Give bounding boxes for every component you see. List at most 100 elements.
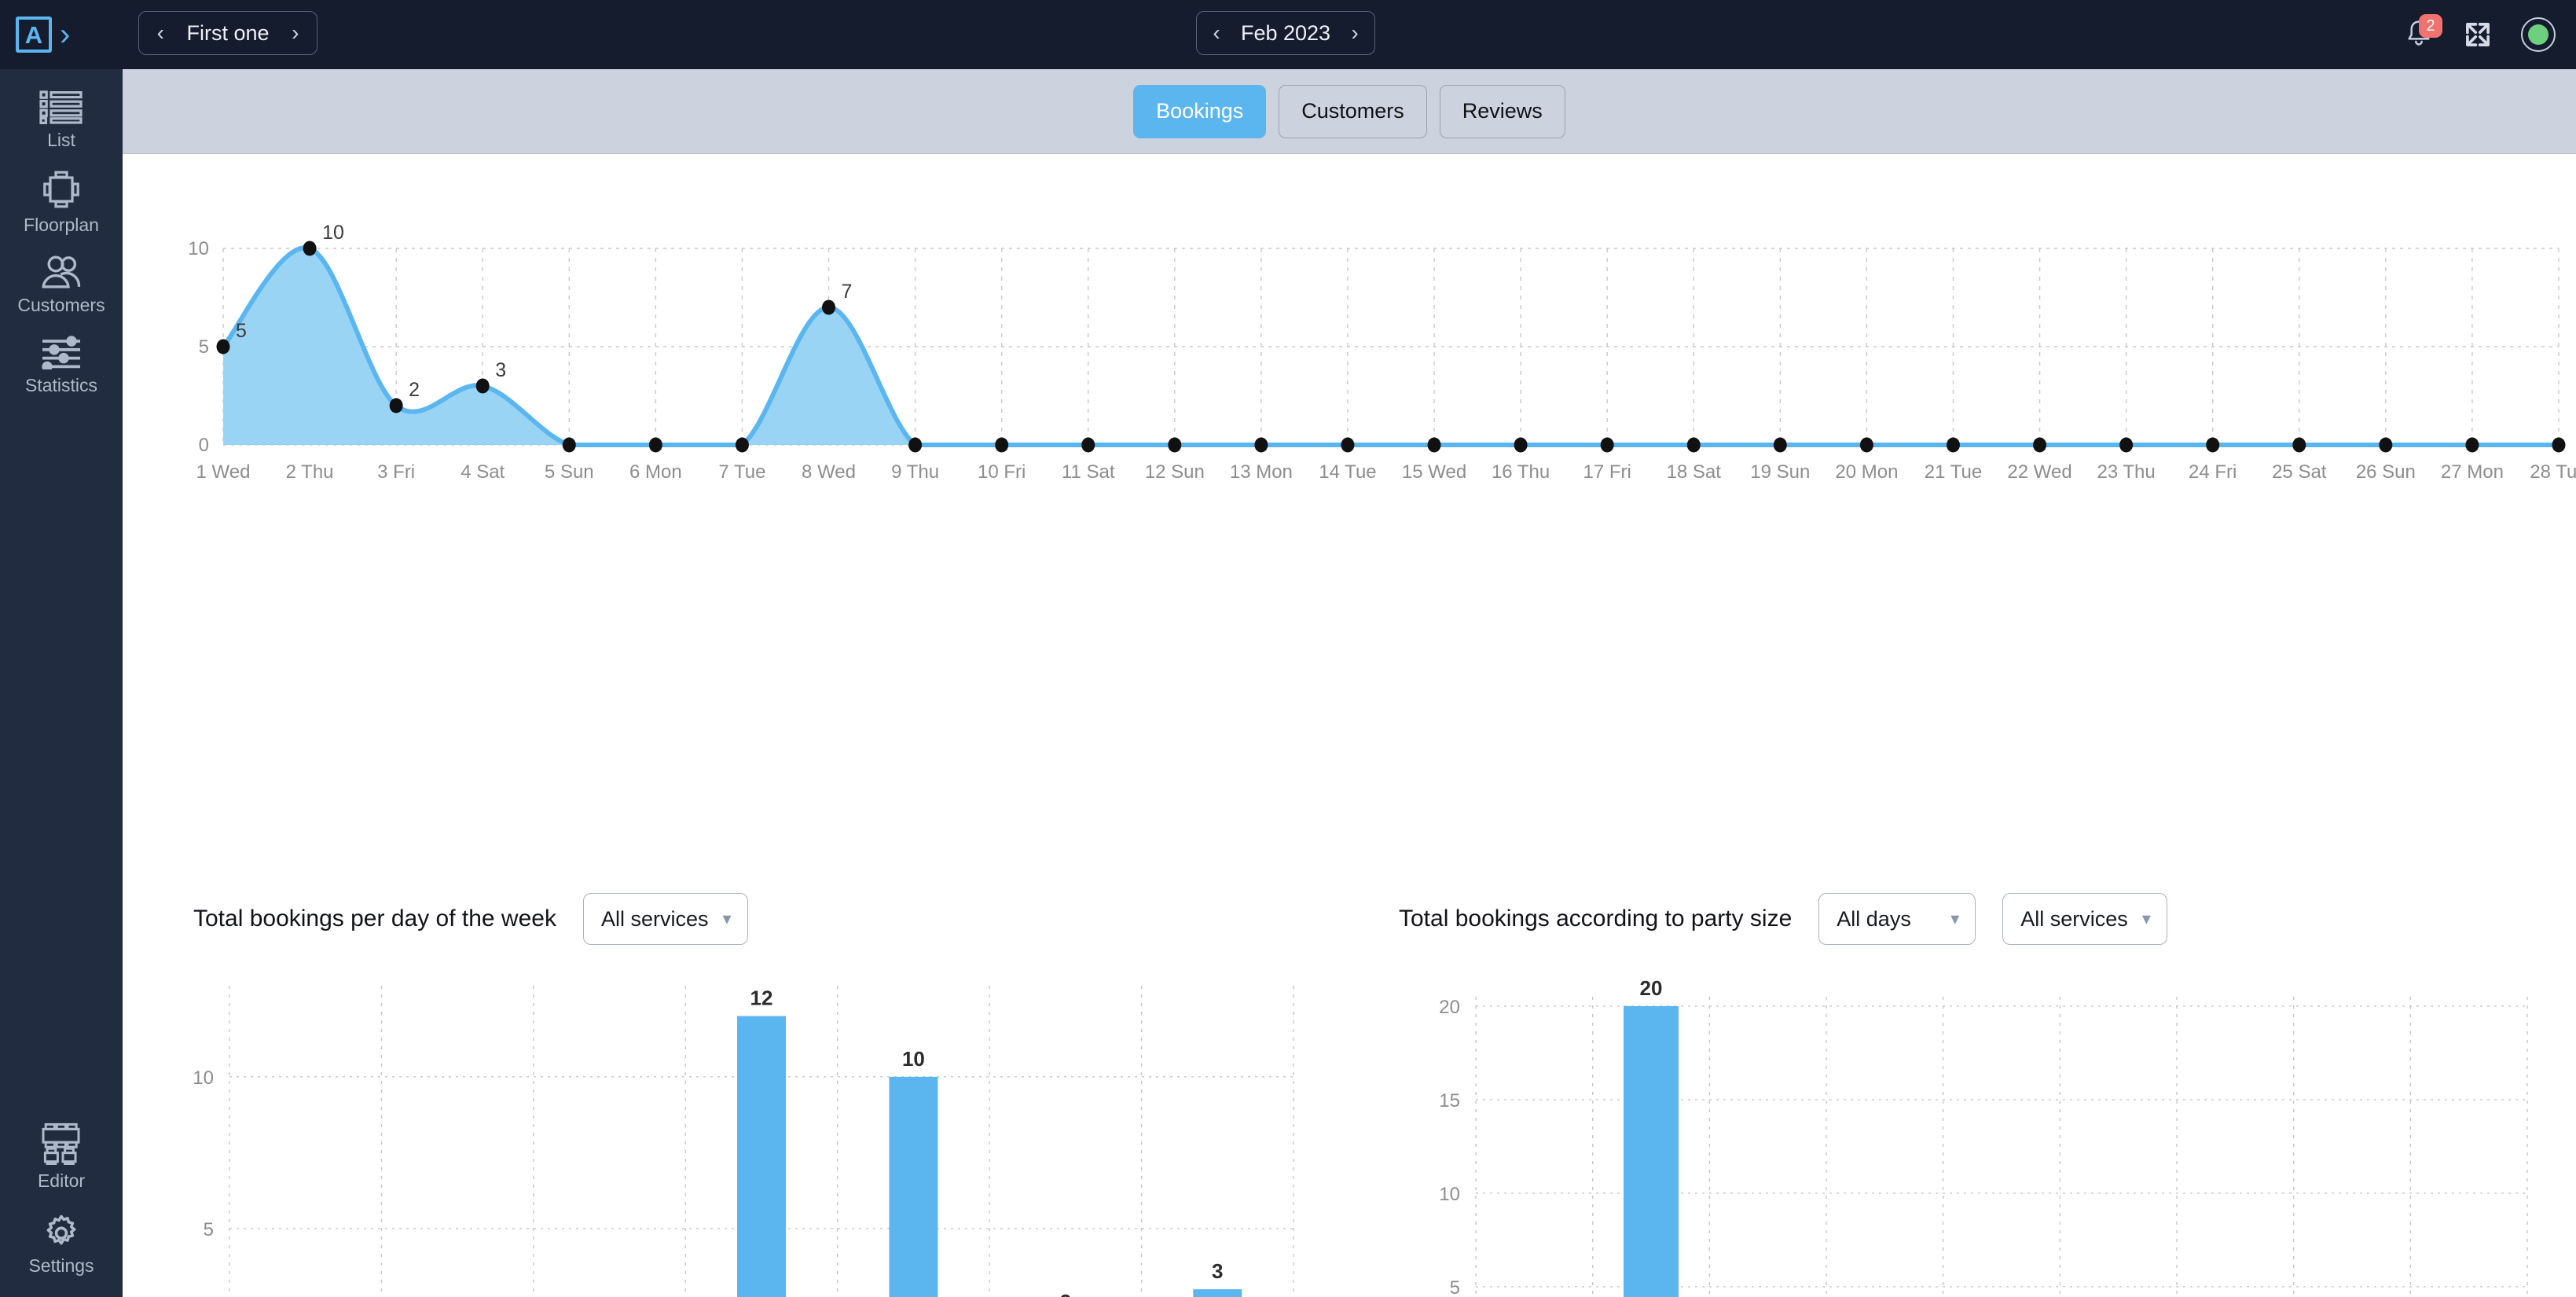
svg-text:5 Sun: 5 Sun — [545, 461, 594, 483]
select-value: All services — [600, 906, 709, 931]
svg-text:5: 5 — [1450, 1277, 1460, 1297]
svg-text:10 Fri: 10 Fri — [978, 461, 1026, 483]
venue-pager: ‹ First one › — [138, 11, 317, 55]
sidebar-item-customers[interactable]: Customers — [0, 242, 123, 322]
svg-text:12: 12 — [750, 987, 773, 1010]
user-status-avatar[interactable] — [2521, 17, 2556, 52]
svg-text:20 Mon: 20 Mon — [1835, 461, 1898, 483]
fullscreen-icon[interactable] — [2461, 18, 2494, 51]
svg-text:26 Sun: 26 Sun — [2356, 461, 2416, 483]
sidebar-item-label: Editor — [37, 1170, 86, 1191]
status-online-indicator — [2528, 24, 2548, 45]
month-pager: ‹ Feb 2023 › — [1196, 11, 1375, 55]
svg-text:22 Wed: 22 Wed — [2007, 461, 2071, 483]
month-prev-button[interactable]: ‹ — [1197, 11, 1236, 55]
svg-text:24 Fri: 24 Fri — [2189, 461, 2237, 483]
day-of-week-service-select[interactable]: All services ▾ — [582, 893, 748, 945]
venue-prev-button[interactable]: ‹ — [139, 11, 182, 55]
svg-text:2: 2 — [1060, 1290, 1071, 1297]
content-area: 0 5 10 5 1 Wed 10 2 Thu 2 3 Fri 3 4 Sat 5 Sun 6 Mon 7… — [123, 154, 2576, 1297]
svg-text:14 Tue: 14 Tue — [1319, 461, 1376, 483]
svg-text:11 Sat: 11 Sat — [1062, 461, 1115, 483]
party-size-title: Total bookings according to party size — [1399, 906, 1793, 931]
day-of-week-panel-header: Total bookings per day of the week All s… — [193, 893, 748, 945]
svg-text:15: 15 — [1439, 1090, 1460, 1111]
svg-text:10: 10 — [1439, 1184, 1460, 1205]
chevron-down-icon: ▾ — [1950, 909, 1960, 928]
svg-text:23 Thu: 23 Thu — [2097, 461, 2155, 483]
svg-text:19 Sun: 19 Sun — [1750, 461, 1810, 483]
svg-text:10: 10 — [188, 238, 209, 259]
chevron-down-icon: ▾ — [2141, 909, 2151, 928]
svg-text:6 Mon: 6 Mon — [629, 461, 682, 483]
statistics-icon — [42, 336, 80, 369]
day-of-week-title: Total bookings per day of the week — [193, 906, 556, 931]
svg-text:13 Mon: 13 Mon — [1230, 461, 1293, 483]
svg-text:3: 3 — [1879, 1295, 1890, 1297]
sidebar-item-settings[interactable]: Settings — [0, 1198, 123, 1283]
venue-name: First one — [186, 20, 270, 45]
floorplan-icon — [43, 171, 79, 208]
tab-customers[interactable]: Customers — [1279, 84, 1427, 138]
svg-text:5: 5 — [236, 320, 247, 342]
svg-text:8 Wed: 8 Wed — [802, 461, 856, 483]
sidebar-item-label: Floorplan — [24, 215, 99, 235]
svg-text:0: 0 — [199, 435, 209, 456]
month-next-button[interactable]: › — [1335, 11, 1374, 55]
svg-text:4 Sat: 4 Sat — [461, 461, 505, 483]
svg-text:20: 20 — [1439, 997, 1460, 1018]
sidebar-item-label: Settings — [28, 1255, 94, 1276]
party-size-day-select[interactable]: All days ▾ — [1818, 893, 1976, 945]
sidebar-item-label: List — [47, 130, 75, 150]
chevron-right-icon[interactable]: › — [60, 19, 70, 50]
svg-text:25 Sat: 25 Sat — [2272, 461, 2327, 483]
tab-bookings[interactable]: Bookings — [1133, 84, 1267, 138]
svg-text:3: 3 — [495, 359, 506, 381]
chevron-down-icon: ▾ — [722, 909, 732, 928]
sidebar-bottom-group: Editor Settings — [0, 1110, 123, 1283]
sidebar-item-editor[interactable]: Editor — [0, 1110, 123, 1198]
svg-text:15 Wed: 15 Wed — [1402, 461, 1466, 483]
svg-text:12 Sun: 12 Sun — [1145, 461, 1205, 483]
editor-icon — [42, 1122, 80, 1165]
svg-text:18 Sat: 18 Sat — [1667, 461, 1722, 483]
svg-text:1 Wed: 1 Wed — [196, 461, 251, 483]
logo-icon: A — [16, 17, 52, 53]
notifications-button[interactable]: 2 — [2403, 14, 2442, 52]
sidebar-item-label: Statistics — [24, 375, 98, 395]
svg-text:5: 5 — [199, 336, 209, 358]
sidebar-item-floorplan[interactable]: Floorplan — [0, 157, 123, 242]
svg-text:3: 3 — [1212, 1259, 1223, 1283]
top-bar: A › ‹ First one › ‹ Feb 2023 › 2 — [0, 0, 2576, 69]
svg-text:3 Fri: 3 Fri — [377, 461, 415, 483]
sidebar-item-label: Customers — [17, 295, 105, 315]
party-size-panel-header: Total bookings according to party size A… — [1399, 893, 2167, 945]
sidebar: List Floorplan Customers Statistics Edit… — [0, 69, 123, 1297]
svg-text:21 Tue: 21 Tue — [1925, 461, 1982, 483]
topbar-actions: 2 — [2403, 0, 2556, 69]
select-value: All days — [1837, 906, 1911, 931]
app-root: A › ‹ First one › ‹ Feb 2023 › 2 List Fl… — [0, 0, 2576, 1297]
svg-text:10: 10 — [193, 1067, 214, 1089]
svg-text:9 Thu: 9 Thu — [891, 461, 939, 483]
app-logo[interactable]: A › — [0, 0, 123, 69]
month-label: Feb 2023 — [1240, 20, 1331, 45]
sidebar-item-statistics[interactable]: Statistics — [0, 322, 123, 402]
svg-text:2: 2 — [409, 379, 420, 401]
svg-text:16 Thu: 16 Thu — [1492, 461, 1550, 483]
svg-text:10: 10 — [902, 1047, 925, 1071]
venue-next-button[interactable]: › — [274, 11, 317, 55]
svg-text:5: 5 — [204, 1219, 214, 1240]
tab-bar: Bookings Customers Reviews — [123, 69, 2576, 154]
svg-text:7: 7 — [842, 281, 853, 303]
svg-text:20: 20 — [1640, 976, 1663, 1000]
sidebar-item-list[interactable]: List — [0, 69, 123, 157]
select-value: All services — [2020, 906, 2128, 931]
svg-text:17 Fri: 17 Fri — [1583, 461, 1631, 483]
notification-badge: 2 — [2419, 14, 2442, 38]
tab-reviews[interactable]: Reviews — [1439, 84, 1565, 138]
svg-text:27 Mon: 27 Mon — [2441, 461, 2504, 483]
bookings-over-month-chart: 0 5 10 5 1 Wed 10 2 Thu 2 3 Fri 3 4 Sat 5 Sun 6 Mon 7… — [188, 222, 2576, 483]
customers-icon — [42, 255, 81, 288]
party-size-service-select[interactable]: All services ▾ — [2002, 893, 2167, 945]
